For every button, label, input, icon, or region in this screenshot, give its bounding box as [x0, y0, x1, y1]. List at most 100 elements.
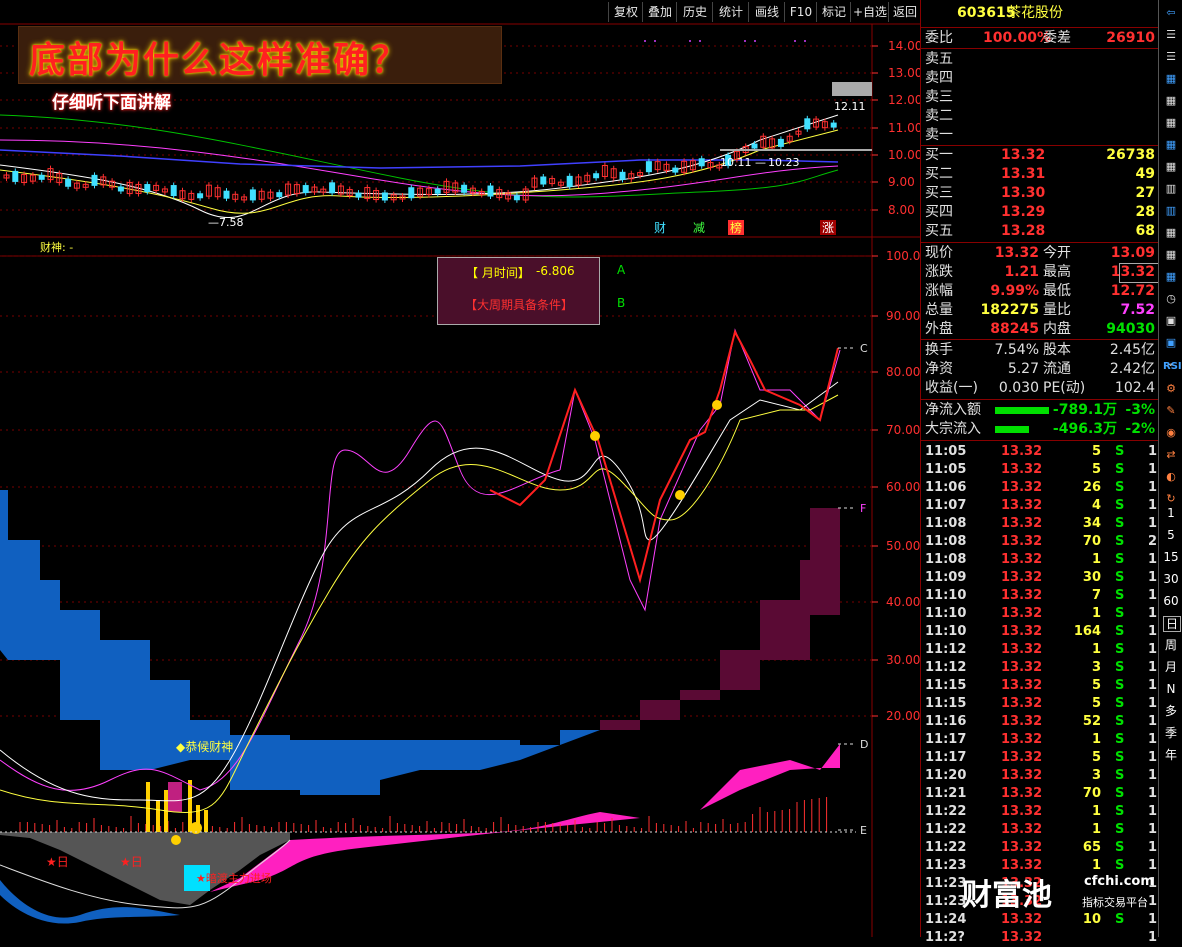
chart-area[interactable]: 复权 叠加 历史 统计 画线 F10 标记 +自选 返回 14.00 13.00 12.00 11.0…	[0, 0, 920, 937]
sell-label: 卖三	[925, 89, 953, 105]
stat-label: 现价	[925, 245, 953, 261]
sidebar-extra-icon[interactable]: ◐	[1163, 470, 1179, 484]
tick-cell: 1	[1148, 822, 1158, 837]
marker-dot	[744, 40, 746, 42]
high-price-label: 12.11	[834, 100, 866, 113]
indicator-axis-label: 70.00	[886, 423, 920, 437]
chart-canvas[interactable]: 14.00 13.00 12.00 11.00 10.00 9.00 8.00 100.0 90…	[0, 0, 920, 937]
tick-row: 11:17 13.32 5 S 1	[921, 749, 1159, 767]
stat-value: 1.21	[1004, 264, 1039, 280]
sidebar-tool-icon[interactable]: ▥	[1163, 204, 1179, 218]
candle-body	[91, 174, 98, 186]
sidebar-tool-icon[interactable]: ▣	[1163, 336, 1179, 350]
indicator-axis-label: 90.00	[886, 309, 920, 323]
sell-row-2: 卖三	[921, 88, 1159, 107]
tick-cell: S	[1115, 606, 1125, 621]
sidebar-tool-icon[interactable]: ◷	[1163, 292, 1179, 306]
ma-10-line	[0, 129, 839, 214]
sidebar-extra-icon[interactable]: ⚙	[1163, 382, 1179, 396]
period-button-9[interactable]: 多	[1163, 704, 1179, 718]
stat2-value-2: 2.42亿	[1109, 361, 1155, 377]
tick-cell: 13.32	[1001, 462, 1043, 477]
tick-cell: S	[1115, 768, 1125, 783]
sidebar-tool-icon[interactable]: ▦	[1163, 72, 1179, 86]
tick-row: 11:10 13.32 7 S 1	[921, 587, 1159, 605]
buy-price: 13.28	[1001, 223, 1046, 239]
buy-price: 13.30	[1001, 185, 1046, 201]
signal-dot	[712, 400, 722, 410]
sidebar-tool-icon[interactable]: ▣	[1163, 314, 1179, 328]
tick-row: 11:22 13.32 1 S 1	[921, 821, 1159, 839]
buy-price: 13.32	[1001, 147, 1046, 163]
indicator-axis-label: 50.00	[886, 539, 920, 553]
tick-cell: 11:12	[925, 642, 967, 657]
sidebar-tool-icon[interactable]: ▦	[1163, 160, 1179, 174]
candle-body	[249, 189, 256, 201]
tick-cell: S	[1115, 714, 1125, 729]
sidebar-extra-icon[interactable]: ⇄	[1163, 448, 1179, 462]
tick-cell: 11:12	[925, 660, 967, 675]
tick-cell: 13.32	[1001, 930, 1043, 945]
tick-cell: 13.32	[1001, 840, 1043, 855]
indicator-axis-label: 20.00	[886, 709, 920, 723]
buy-volume: 28	[1135, 204, 1155, 220]
sep	[921, 242, 1159, 243]
candle-body	[645, 161, 652, 173]
sidebar-extra-icon[interactable]: ◉	[1163, 426, 1179, 440]
stat-row-0: 现价 13.32 今开 13.09	[921, 244, 1159, 263]
tick-cell: 1	[1148, 804, 1158, 819]
buy-row-3: 买四 13.29 28	[921, 203, 1159, 222]
sep	[921, 440, 1159, 441]
period-button-8[interactable]: N	[1163, 682, 1179, 696]
sidebar-tool-icon[interactable]: ☰	[1163, 28, 1179, 42]
tick-cell: S	[1115, 570, 1125, 585]
weicha-value: 26910	[1106, 30, 1155, 46]
period-button-10[interactable]: 季	[1163, 726, 1179, 740]
tick-cell: 11:23	[925, 876, 967, 891]
info-row2-tag: B	[617, 296, 626, 310]
candle-body	[197, 193, 204, 199]
indicator-info-box: 【 月时间】 -6.806 【大周期具备条件】	[437, 257, 600, 325]
sidebar-tool-icon[interactable]: ⇦	[1163, 6, 1179, 20]
line-tag-C: C	[860, 342, 868, 355]
buy-row-4: 买五 13.28 68	[921, 222, 1159, 241]
info-row1-value: -6.806	[536, 264, 575, 278]
candle-body	[540, 176, 547, 185]
sidebar-tool-icon[interactable]: ▥	[1163, 182, 1179, 196]
tick-cell: 1	[1091, 804, 1101, 819]
rsi-icon[interactable]: RSI	[1163, 360, 1182, 374]
period-button-5[interactable]: 日	[1163, 616, 1181, 632]
sidebar-tool-icon[interactable]: ▦	[1163, 248, 1179, 262]
period-button-1[interactable]: 5	[1163, 528, 1179, 542]
stat-value-2: 94030	[1106, 321, 1155, 337]
candle-body	[566, 175, 573, 187]
tick-row: 11:07 13.32 4 S 1	[921, 497, 1159, 515]
sidebar-tool-icon[interactable]: ▦	[1163, 138, 1179, 152]
sidebar-tool-icon[interactable]: ▦	[1163, 270, 1179, 284]
period-button-0[interactable]: 1	[1163, 506, 1179, 520]
sep	[921, 339, 1159, 340]
tick-cell: 1	[1148, 786, 1158, 801]
sidebar-tool-icon[interactable]: ▦	[1163, 226, 1179, 240]
period-button-6[interactable]: 周	[1163, 638, 1179, 652]
sidebar-tool-icon[interactable]: ▦	[1163, 94, 1179, 108]
tick-cell: 1	[1148, 552, 1158, 567]
sidebar-extra-icon[interactable]: ↻	[1163, 492, 1179, 506]
watermark-domain: cfchi.com	[1084, 874, 1154, 889]
period-button-3[interactable]: 30	[1163, 572, 1179, 586]
signal-dot	[590, 431, 600, 441]
period-button-11[interactable]: 年	[1163, 748, 1179, 762]
sidebar-extra-icon[interactable]: ✎	[1163, 404, 1179, 418]
candle-body	[38, 174, 45, 180]
tick-cell: 1	[1148, 696, 1158, 711]
tick-cell: 34	[1082, 516, 1101, 531]
candle-body	[487, 185, 494, 197]
sidebar-tool-icon[interactable]: ☰	[1163, 50, 1179, 64]
pink-area-top	[640, 744, 840, 818]
period-button-4[interactable]: 60	[1163, 594, 1179, 608]
sidebar-tool-icon[interactable]: ▦	[1163, 116, 1179, 130]
stat-label-2: 内盘	[1043, 321, 1071, 337]
period-button-7[interactable]: 月	[1163, 660, 1179, 674]
period-button-2[interactable]: 15	[1163, 550, 1179, 564]
tick-cell: 1	[1148, 732, 1158, 747]
